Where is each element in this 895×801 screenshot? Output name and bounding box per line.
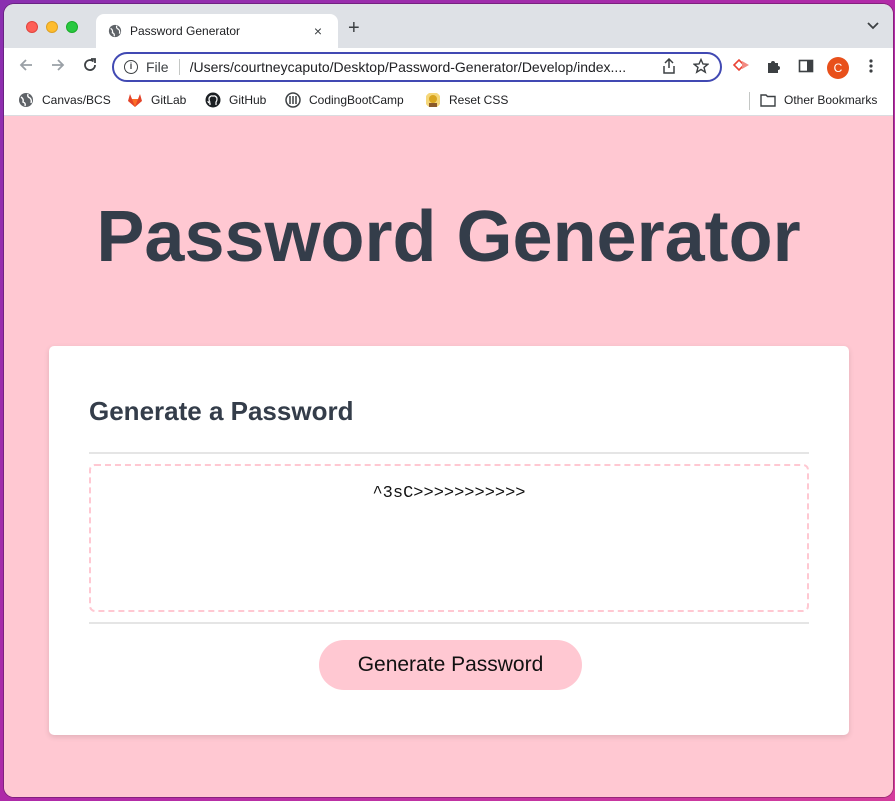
gitlab-icon bbox=[128, 94, 142, 107]
other-bookmarks[interactable]: Other Bookmarks bbox=[760, 92, 877, 108]
address-scheme: File bbox=[146, 59, 169, 75]
bookmarks-divider bbox=[749, 92, 750, 110]
github-icon bbox=[205, 92, 221, 108]
password-output[interactable]: ^3sC>>>>>>>>>>> bbox=[89, 464, 809, 612]
tab-strip: Password Generator × + bbox=[4, 4, 893, 48]
reload-icon[interactable] bbox=[80, 57, 100, 77]
folder-icon bbox=[760, 94, 776, 107]
browser-toolbar: i File /Users/courtneycaputo/Desktop/Pas… bbox=[4, 48, 893, 86]
minimize-window-button[interactable] bbox=[46, 21, 58, 33]
page-title: Password Generator bbox=[96, 197, 801, 277]
zoom-window-button[interactable] bbox=[66, 21, 78, 33]
new-tab-button[interactable]: + bbox=[348, 17, 360, 40]
bookmark-label: GitLab bbox=[151, 93, 187, 107]
page-content: Password Generator Generate a Password ^… bbox=[4, 116, 893, 797]
share-icon[interactable] bbox=[660, 57, 678, 77]
extension-icon[interactable] bbox=[732, 58, 751, 76]
site-info-icon[interactable]: i bbox=[124, 60, 138, 74]
bookmark-codingbootcamp[interactable]: CodingBootCamp bbox=[285, 92, 404, 108]
card-header: Generate a Password bbox=[89, 396, 354, 426]
reset-css-icon bbox=[426, 93, 440, 107]
bookmark-label: Canvas/BCS bbox=[42, 93, 111, 107]
bookmark-gitlab[interactable]: GitLab bbox=[127, 92, 186, 108]
address-divider bbox=[178, 59, 180, 75]
bootcamp-icon bbox=[285, 92, 301, 108]
more-menu-icon[interactable] bbox=[862, 58, 880, 76]
generate-password-button[interactable]: Generate Password bbox=[319, 640, 582, 690]
forward-arrow-icon[interactable] bbox=[48, 57, 68, 77]
bookmark-star-icon[interactable] bbox=[692, 57, 710, 77]
bookmark-reset-css[interactable]: Reset CSS bbox=[425, 92, 508, 108]
browser-window: Password Generator × + i File /Users/cou… bbox=[4, 4, 893, 797]
tab-password-generator[interactable]: Password Generator × bbox=[96, 14, 338, 48]
bookmark-canvas[interactable]: Canvas/BCS bbox=[18, 92, 111, 108]
globe-icon bbox=[108, 24, 122, 38]
address-url[interactable]: /Users/courtneycaputo/Desktop/Password-G… bbox=[190, 59, 646, 75]
tab-close-icon[interactable]: × bbox=[310, 23, 326, 39]
bookmark-label: Reset CSS bbox=[449, 93, 509, 107]
tab-search-icon[interactable] bbox=[867, 19, 879, 33]
bookmark-github[interactable]: GitHub bbox=[205, 92, 266, 108]
bookmark-label: GitHub bbox=[229, 93, 267, 107]
close-window-button[interactable] bbox=[26, 21, 38, 33]
bookmark-label: CodingBootCamp bbox=[309, 93, 404, 107]
card-divider-top bbox=[89, 452, 809, 454]
side-panel-icon[interactable] bbox=[797, 58, 815, 76]
globe-icon bbox=[19, 93, 33, 107]
other-bookmarks-label: Other Bookmarks bbox=[784, 93, 878, 107]
tab-title: Password Generator bbox=[130, 24, 241, 38]
card-divider-bottom bbox=[89, 622, 809, 624]
bookmarks-bar: Canvas/BCS GitLab GitHub CodingBootCamp … bbox=[4, 86, 893, 116]
password-card: Generate a Password ^3sC>>>>>>>>>>> Gene… bbox=[49, 346, 849, 735]
address-bar[interactable]: i File /Users/courtneycaputo/Desktop/Pas… bbox=[112, 52, 722, 82]
back-arrow-icon[interactable] bbox=[16, 57, 36, 77]
profile-avatar[interactable]: C bbox=[827, 57, 849, 79]
puzzle-extensions-icon[interactable] bbox=[765, 58, 783, 76]
